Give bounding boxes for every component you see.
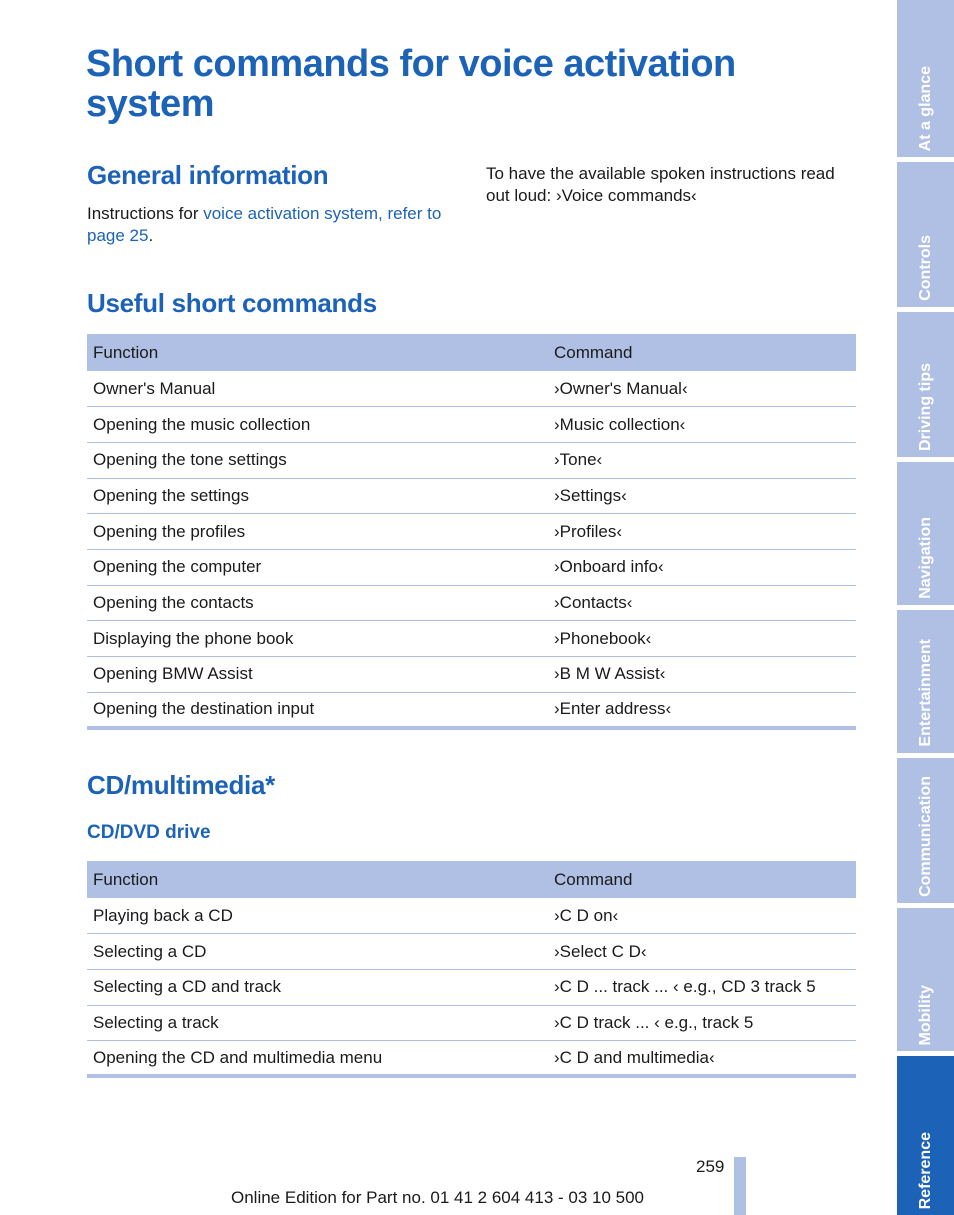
function-cell: Selecting a CD and track <box>87 969 548 1006</box>
chapter-sidebar: At a glance Controls Driving tips Naviga… <box>897 0 954 1215</box>
tab-label: Communication <box>916 776 934 897</box>
sidebar-tab-entertainment[interactable]: Entertainment <box>897 610 954 753</box>
function-cell: Playing back a CD <box>87 898 548 935</box>
function-cell: Opening BMW Assist <box>87 656 548 693</box>
sidebar-tab-mobility[interactable]: Mobility <box>897 908 954 1051</box>
sidebar-tab-reference[interactable]: Reference <box>897 1056 954 1215</box>
useful-short-commands-heading: Useful short commands <box>87 288 377 318</box>
table-row: Owner's Manual ›Owner's Manual‹ <box>87 371 856 408</box>
function-cell: Opening the CD and multimedia menu <box>87 1040 548 1079</box>
sidebar-tab-navigation[interactable]: Navigation <box>897 462 954 605</box>
command-cell: ›C D track ... ‹ e.g., track 5 <box>548 1005 856 1042</box>
cd-dvd-drive-heading: CD/DVD drive <box>87 822 211 843</box>
column-header-function: Function <box>87 334 548 371</box>
function-cell: Opening the destination input <box>87 692 548 730</box>
table-row: Opening BMW Assist ›B M W Assist‹ <box>87 656 856 693</box>
table-row: Opening the settings ›Settings‹ <box>87 478 856 515</box>
command-cell: ›B M W Assist‹ <box>548 656 856 693</box>
table-row: Opening the computer ›Onboard info‹ <box>87 549 856 586</box>
cd-commands-table: Function Command Playing back a CD ›C D o… <box>87 861 856 1079</box>
table-row: Displaying the phone book ›Phonebook‹ <box>87 620 856 657</box>
command-cell: ›Tone‹ <box>548 442 856 479</box>
sidebar-tab-communication[interactable]: Communication <box>897 758 954 903</box>
function-cell: Opening the settings <box>87 478 548 515</box>
useful-commands-table: Function Command Owner's Manual ›Owner's … <box>87 334 856 730</box>
page-title: Short commands for voice activation syst… <box>86 43 736 125</box>
table-row: Opening the contacts ›Contacts‹ <box>87 585 856 622</box>
function-cell: Opening the tone settings <box>87 442 548 479</box>
command-cell: ›C D ... track ... ‹ e.g., CD 3 track 5 <box>548 969 856 1006</box>
table-row: Playing back a CD ›C D on‹ <box>87 898 856 935</box>
command-cell: ›Settings‹ <box>548 478 856 515</box>
general-information-heading: General information <box>87 160 329 190</box>
tab-label: Mobility <box>916 984 934 1045</box>
sidebar-tab-controls[interactable]: Controls <box>897 162 954 307</box>
sidebar-tab-driving-tips[interactable]: Driving tips <box>897 312 954 457</box>
column-header-function: Function <box>87 861 548 898</box>
function-cell: Selecting a track <box>87 1005 548 1042</box>
sidebar-tab-at-a-glance[interactable]: At a glance <box>897 0 954 157</box>
command-cell: ›Select C D‹ <box>548 933 856 970</box>
tab-label: Reference <box>916 1131 934 1209</box>
function-cell: Opening the contacts <box>87 585 548 622</box>
function-cell: Owner's Manual <box>87 371 548 408</box>
command-cell: ›Profiles‹ <box>548 513 856 550</box>
page-marker-bar <box>734 1157 746 1215</box>
table-header-row: Function Command <box>87 334 856 371</box>
table-row: Opening the music collection ›Music colle… <box>87 406 856 443</box>
tab-label: Entertainment <box>916 639 934 747</box>
function-cell: Opening the profiles <box>87 513 548 550</box>
tab-label: Controls <box>916 235 934 301</box>
column-header-command: Command <box>548 334 856 371</box>
command-cell: ›Phonebook‹ <box>548 620 856 657</box>
function-cell: Opening the music collection <box>87 406 548 443</box>
cd-multimedia-heading: CD/multimedia* <box>87 770 275 800</box>
tab-label: Navigation <box>916 517 934 599</box>
table-row: Opening the tone settings ›Tone‹ <box>87 442 856 479</box>
table-row: Selecting a CD ›Select C D‹ <box>87 933 856 970</box>
table-header-row: Function Command <box>87 861 856 898</box>
voice-commands-text: To have the available spoken instruction… <box>486 164 835 205</box>
function-cell: Selecting a CD <box>87 933 548 970</box>
command-cell: ›Enter address‹ <box>548 692 856 730</box>
page-number: 259 <box>696 1157 725 1176</box>
table-row: Opening the destination input ›Enter addr… <box>87 692 856 730</box>
command-cell: ›Onboard info‹ <box>548 549 856 586</box>
command-cell: ›Contacts‹ <box>548 585 856 622</box>
tab-label: At a glance <box>916 65 934 151</box>
command-cell: ›Owner's Manual‹ <box>548 371 856 408</box>
table-row: Selecting a track ›C D track ... ‹ e.g., … <box>87 1005 856 1042</box>
table-row: Opening the CD and multimedia menu ›C D a… <box>87 1040 856 1079</box>
table-row: Opening the profiles ›Profiles‹ <box>87 513 856 550</box>
command-cell: ›C D and multimedia‹ <box>548 1040 856 1079</box>
command-cell: ›C D on‹ <box>548 898 856 935</box>
command-cell: ›Music collection‹ <box>548 406 856 443</box>
general-information-text: Instructions for voice activation system… <box>87 203 467 247</box>
table-row: Selecting a CD and track ›C D ... track .… <box>87 969 856 1006</box>
tab-label: Driving tips <box>916 362 934 451</box>
column-header-command: Command <box>548 861 856 898</box>
function-cell: Displaying the phone book <box>87 620 548 657</box>
function-cell: Opening the computer <box>87 549 548 586</box>
intro-suffix: . <box>148 226 154 245</box>
intro-prefix: Instructions for <box>87 204 204 223</box>
footer-edition-text: Online Edition for Part no. 01 41 2 604 … <box>231 1188 645 1207</box>
